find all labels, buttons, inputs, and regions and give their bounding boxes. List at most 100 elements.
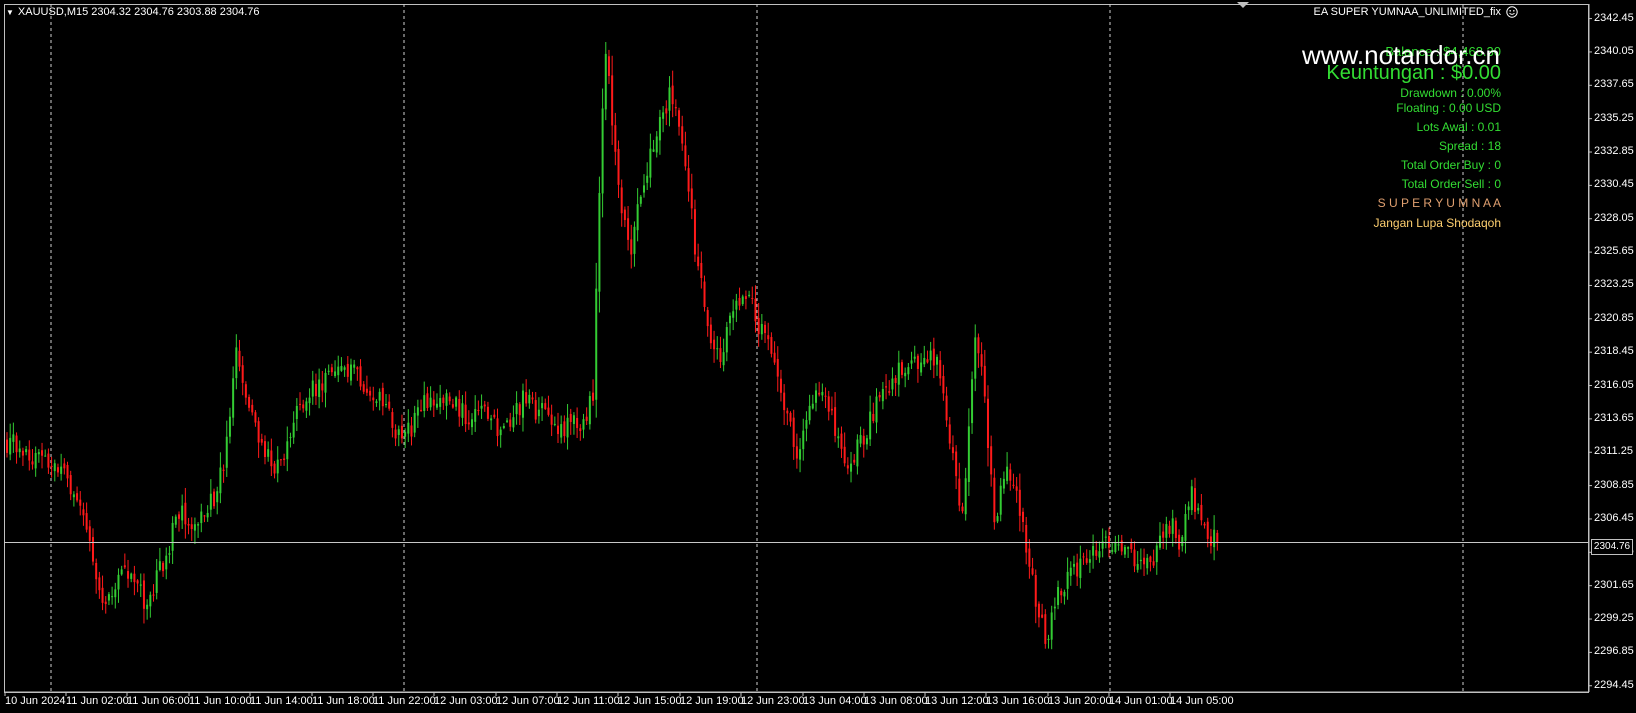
bear-candle bbox=[391, 412, 394, 428]
bear-candle bbox=[442, 397, 445, 404]
bear-candle bbox=[1203, 523, 1206, 526]
bear-candle bbox=[630, 239, 633, 255]
price-tick-label: 2330.45 bbox=[1594, 178, 1634, 191]
bull-candle bbox=[334, 371, 337, 377]
bear-candle bbox=[248, 396, 251, 408]
bear-candle bbox=[359, 366, 362, 387]
bear-candle bbox=[152, 594, 155, 596]
bear-candle bbox=[789, 412, 792, 422]
bull-candle bbox=[1088, 559, 1091, 563]
bear-candle bbox=[607, 56, 610, 76]
bear-candle bbox=[1095, 550, 1098, 556]
bull-candle bbox=[397, 429, 400, 435]
price-chart[interactable] bbox=[0, 0, 1636, 713]
smiley-icon[interactable] bbox=[1506, 6, 1518, 18]
bear-candle bbox=[1041, 614, 1044, 618]
bear-candle bbox=[1130, 543, 1133, 550]
time-tick-label: 12 Jun 23:00 bbox=[741, 695, 805, 707]
bear-candle bbox=[69, 475, 72, 495]
bull-candle bbox=[802, 430, 805, 450]
bull-candle bbox=[139, 584, 142, 586]
symbol-header: ▼ XAUUSD,M15 2304.32 2304.76 2303.88 2304… bbox=[6, 6, 260, 18]
bear-candle bbox=[980, 354, 983, 367]
bear-candle bbox=[21, 450, 24, 456]
bear-candle bbox=[951, 447, 954, 454]
bear-candle bbox=[410, 425, 413, 437]
bear-candle bbox=[569, 413, 572, 422]
bear-candle bbox=[273, 463, 276, 474]
bear-candle bbox=[693, 209, 696, 255]
chart-shift-marker[interactable] bbox=[1237, 2, 1249, 8]
bear-candle bbox=[719, 348, 722, 363]
bear-candle bbox=[614, 125, 617, 152]
bull-candle bbox=[639, 196, 642, 204]
bull-candle bbox=[856, 439, 859, 467]
bull-candle bbox=[308, 397, 311, 404]
price-tick-label: 2332.85 bbox=[1594, 145, 1634, 158]
bear-candle bbox=[697, 256, 700, 267]
bear-candle bbox=[244, 384, 247, 398]
bull-candle bbox=[1104, 536, 1107, 538]
bull-candle bbox=[1136, 564, 1139, 570]
brand-text: S U P E R Y U M N A A bbox=[1377, 196, 1501, 210]
bear-candle bbox=[690, 188, 693, 209]
bull-candle bbox=[528, 394, 531, 404]
bear-candle bbox=[254, 412, 257, 423]
bear-candle bbox=[420, 409, 423, 411]
bear-candle bbox=[557, 425, 560, 435]
bull-candle bbox=[289, 437, 292, 439]
bear-candle bbox=[483, 404, 486, 407]
bull-candle bbox=[572, 415, 575, 424]
bull-candle bbox=[850, 463, 853, 472]
bear-candle bbox=[127, 571, 130, 579]
bull-candle bbox=[662, 112, 665, 119]
bear-candle bbox=[458, 398, 461, 417]
bear-candle bbox=[840, 433, 843, 449]
lots-awal-text: Lots Awal : 0.01 bbox=[1416, 120, 1501, 134]
bear-candle bbox=[776, 358, 779, 377]
bear-candle bbox=[190, 524, 193, 530]
bull-candle bbox=[897, 362, 900, 385]
bear-candle bbox=[754, 298, 757, 322]
bear-candle bbox=[678, 110, 681, 127]
bull-candle bbox=[18, 448, 21, 453]
bull-candle bbox=[9, 437, 12, 455]
bear-candle bbox=[222, 469, 225, 471]
bear-candle bbox=[795, 446, 798, 459]
bear-candle bbox=[302, 404, 305, 409]
bear-candle bbox=[525, 392, 528, 404]
bear-candle bbox=[757, 317, 760, 335]
time-tick-label: 12 Jun 19:00 bbox=[680, 695, 744, 707]
bull-candle bbox=[506, 420, 509, 422]
bear-candle bbox=[579, 428, 582, 432]
bull-candle bbox=[1187, 506, 1190, 511]
bear-candle bbox=[563, 421, 566, 437]
price-tick-label: 2308.85 bbox=[1594, 478, 1634, 491]
bear-candle bbox=[477, 409, 480, 411]
bear-candle bbox=[779, 378, 782, 393]
bull-candle bbox=[553, 423, 556, 425]
bull-candle bbox=[1057, 587, 1060, 605]
bear-candle bbox=[939, 360, 942, 379]
bull-candle bbox=[490, 418, 493, 421]
bear-candle bbox=[63, 463, 66, 469]
bull-candle bbox=[601, 108, 604, 194]
bull-candle bbox=[107, 594, 110, 601]
bear-candle bbox=[283, 458, 286, 460]
bear-candle bbox=[684, 145, 687, 167]
bull-candle bbox=[1155, 545, 1158, 563]
bear-candle bbox=[958, 478, 961, 506]
bear-candle bbox=[260, 438, 263, 443]
bear-candle bbox=[830, 408, 833, 411]
bear-candle bbox=[91, 537, 94, 562]
chart-menu-icon[interactable]: ▼ bbox=[6, 8, 14, 17]
bear-candle bbox=[1044, 614, 1047, 644]
bull-candle bbox=[114, 589, 117, 598]
bear-candle bbox=[764, 324, 767, 334]
bull-candle bbox=[923, 357, 926, 365]
chart-window[interactable]: ▼ XAUUSD,M15 2304.32 2304.76 2303.88 2304… bbox=[0, 0, 1636, 713]
bull-candle bbox=[566, 417, 569, 438]
bear-candle bbox=[700, 262, 703, 279]
bull-candle bbox=[404, 431, 407, 437]
bull-candle bbox=[146, 604, 149, 610]
